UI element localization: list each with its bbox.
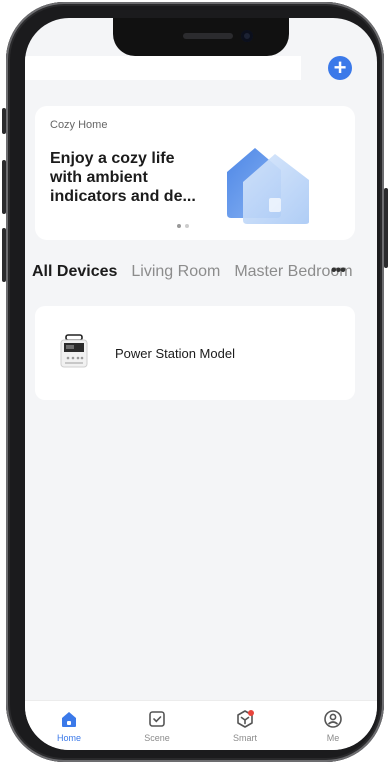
speaker-grille — [183, 33, 233, 39]
scene-check-icon — [149, 711, 165, 727]
profile-icon — [324, 710, 342, 728]
banner-title: Enjoy a cozy life with ambient indicator… — [50, 150, 196, 205]
nav-home[interactable]: Home — [25, 701, 113, 750]
power-button — [384, 188, 388, 268]
plus-icon: + — [333, 55, 347, 80]
volume-down-button — [2, 228, 6, 282]
promo-banner[interactable]: Cozy Home Enjoy a cozy life with ambient… — [35, 106, 355, 240]
nav-smart-label: Smart — [232, 733, 257, 743]
banner-tag: Cozy Home — [50, 119, 108, 131]
house-icon — [227, 148, 309, 224]
nav-home-label: Home — [56, 733, 81, 743]
front-camera — [241, 30, 253, 42]
phone-frame: + Cozy Home Enjoy a cozy life with ambie… — [2, 2, 388, 762]
room-tabs: All Devices Living Room Master Bedroom — [32, 260, 352, 284]
device-name: Power Station Model — [115, 346, 235, 361]
nav-scene[interactable]: Scene — [113, 701, 201, 750]
nav-scene-label: Scene — [144, 733, 170, 743]
tab-all-devices[interactable]: All Devices — [32, 263, 117, 281]
more-tabs-button[interactable]: ••• — [331, 262, 346, 280]
tab-living-room[interactable]: Living Room — [131, 263, 220, 281]
home-icon — [62, 712, 76, 727]
power-station-icon — [60, 334, 88, 368]
notch — [113, 18, 289, 56]
home-selector-bar[interactable] — [25, 56, 301, 80]
volume-up-button — [2, 160, 6, 214]
nav-me-label: Me — [326, 733, 340, 743]
mute-switch — [2, 108, 6, 134]
smart-cube-icon — [237, 710, 254, 728]
pagination-dot — [185, 224, 189, 228]
nav-me[interactable]: Me — [289, 701, 377, 750]
add-device-button[interactable]: + — [328, 56, 352, 80]
pagination-dot — [177, 224, 181, 228]
app-screen: + Cozy Home Enjoy a cozy life with ambie… — [25, 18, 377, 750]
nav-smart[interactable]: Smart — [201, 701, 289, 750]
notification-badge — [248, 710, 254, 716]
bottom-nav: Home Scene Smart Me — [25, 700, 377, 750]
device-card[interactable]: Power Station Model — [35, 306, 355, 400]
banner-pagination — [177, 224, 189, 228]
